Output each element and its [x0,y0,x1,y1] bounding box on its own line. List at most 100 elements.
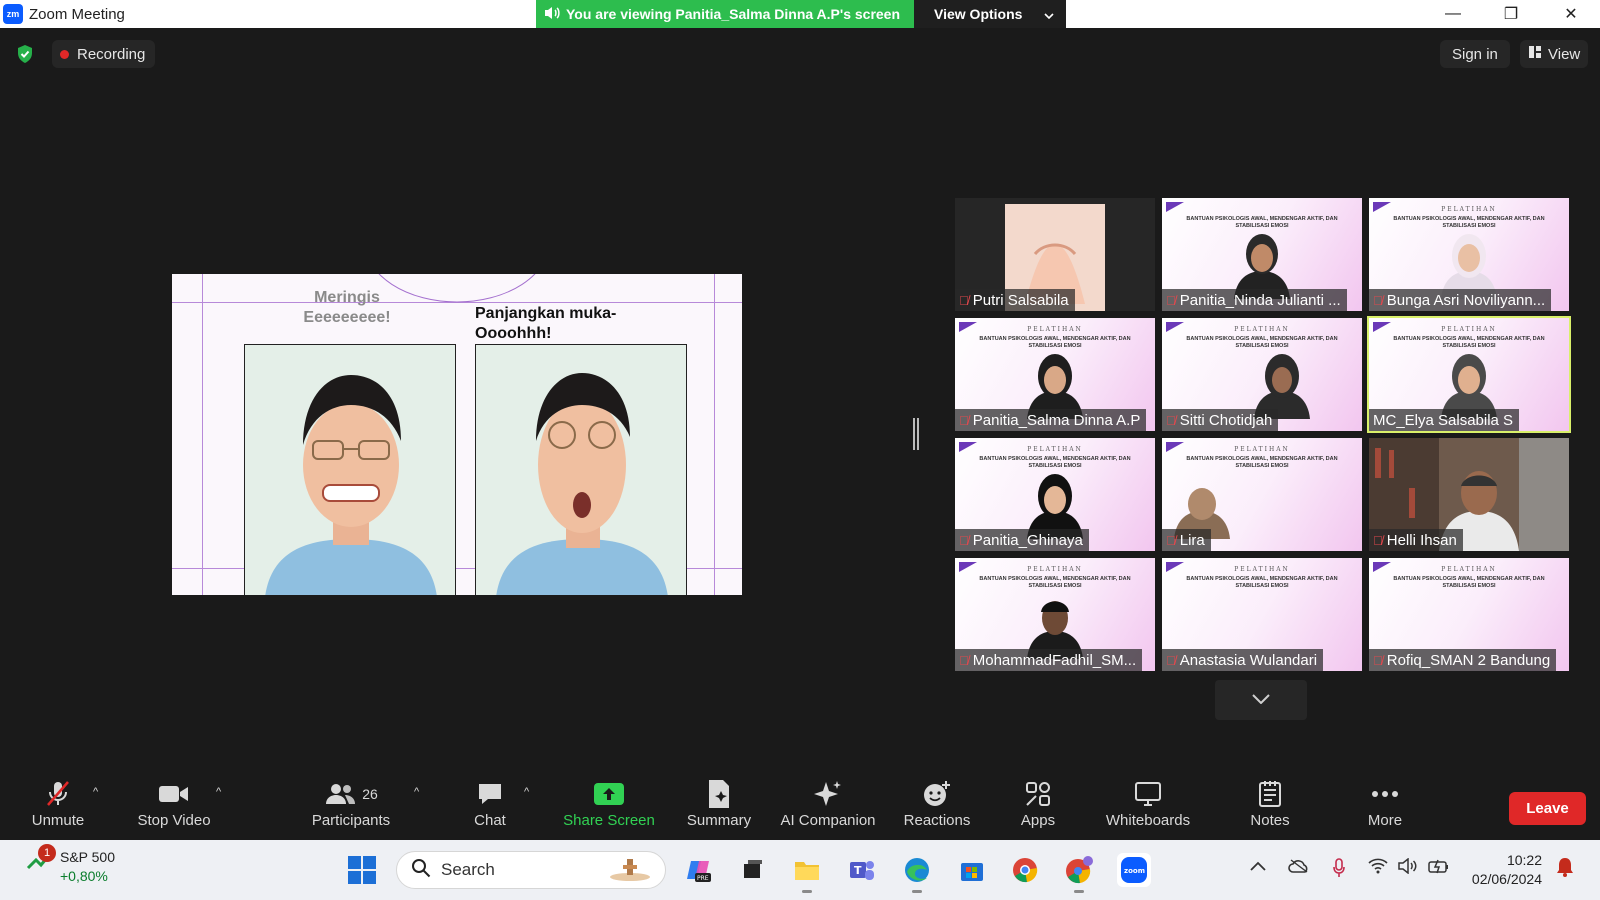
slide-title: PELATIHAN [1027,446,1083,453]
task-view-icon[interactable] [735,853,769,887]
windows-start-button[interactable] [348,856,376,884]
microphone-in-use-icon[interactable] [1333,858,1345,883]
participant-tile[interactable]: PELATIHAN BANTUAN PSIKOLOGIS AWAL, MENDE… [1369,198,1569,311]
video-camera-icon [158,778,190,810]
whiteboard-icon [1134,778,1162,810]
copilot-icon[interactable]: PRE [682,853,716,887]
search-placeholder: Search [441,860,495,879]
unmute-label: Unmute [31,812,85,829]
show-hidden-icons-chevron-icon[interactable] [1250,858,1266,876]
notes-label: Notes [1250,812,1290,829]
participant-tile[interactable]: PELATIHAN BANTUAN PSIKOLOGIS AWAL, MENDE… [955,318,1155,431]
stock-name: S&P 500 [60,849,116,865]
taskbar-search-box[interactable]: Search [396,851,666,889]
meeting-top-bar: Recording Sign in View [0,28,1600,80]
more-button[interactable]: More [1365,778,1405,829]
recording-label: Recording [77,45,146,63]
summary-button[interactable]: Summary [684,778,754,829]
notes-icon [1258,778,1282,810]
onedrive-cloud-icon[interactable] [1288,858,1310,879]
mic-muted-icon: 🎙̸ [1166,652,1176,668]
gallery-next-page-button[interactable] [1215,680,1307,720]
chevron-down-icon [1252,691,1270,709]
mic-muted-icon: 🎙̸ [1373,292,1383,308]
edge-browser-icon[interactable] [900,853,934,893]
participants-label: Participants [311,812,391,829]
unmute-button[interactable]: Unmute [28,778,88,829]
microsoft-store-icon[interactable] [955,853,989,887]
notes-button[interactable]: Notes [1247,778,1293,829]
wifi-icon[interactable] [1368,858,1388,879]
participant-tile[interactable]: PELATIHAN BANTUAN PSIKOLOGIS AWAL, MENDE… [1162,558,1362,671]
participant-name-tag: 🎙̸ Helli Ihsan [1369,529,1463,551]
apps-label: Apps [1020,812,1056,829]
participant-name: Rofiq_SMAN 2 Bandung [1386,651,1551,669]
participant-tile[interactable]: PELATIHAN BANTUAN PSIKOLOGIS AWAL, MENDE… [1162,318,1362,431]
participant-tile[interactable]: PELATIHAN BANTUAN PSIKOLOGIS AWAL, MENDE… [955,438,1155,551]
caption-left: Meringis Eeeeeeeee! [292,288,402,328]
mic-muted-icon: 🎙̸ [959,292,969,308]
mic-muted-icon: 🎙̸ [959,652,969,668]
minimize-button[interactable]: — [1424,0,1482,28]
chat-options-caret-icon[interactable]: ^ [524,786,529,798]
view-options-button[interactable]: View Options [914,0,1067,28]
system-clock[interactable]: 10:22 02/06/2024 [1466,851,1542,889]
smiley-plus-icon [922,778,952,810]
participant-person [1254,354,1310,419]
stop-video-label: Stop Video [137,812,211,829]
participant-name: Panitia_Salma Dinna A.P [972,411,1141,429]
participant-tile[interactable]: BANTUAN PSIKOLOGIS AWAL, MENDENGAR AKTIF… [1162,198,1362,311]
participant-tile[interactable]: 🎙̸ Helli Ihsan [1369,438,1569,551]
participant-tile[interactable]: PELATIHAN BANTUAN PSIKOLOGIS AWAL, MENDE… [955,558,1155,671]
share-screen-label: Share Screen [563,812,655,829]
share-screen-button[interactable]: Share Screen [562,778,656,829]
panel-resize-handle[interactable] [913,418,919,450]
recording-indicator[interactable]: Recording [52,40,156,68]
close-button[interactable]: ✕ [1542,0,1600,28]
slide-title: PELATIHAN [1441,326,1497,333]
participant-tile[interactable]: PELATIHAN BANTUAN PSIKOLOGIS AWAL, MENDE… [1369,558,1569,671]
ai-companion-button[interactable]: AI Companion [776,778,880,829]
participant-tile[interactable]: PELATIHAN BANTUAN PSIKOLOGIS AWAL, MENDE… [1162,438,1362,551]
chrome-profile-icon[interactable] [1062,853,1096,893]
shield-icon[interactable] [14,42,36,66]
chrome-icon[interactable] [1008,853,1042,887]
reactions-label: Reactions [903,812,971,829]
notification-bell-icon[interactable] [1556,856,1574,883]
file-explorer-icon[interactable] [790,853,824,893]
mic-muted-icon: 🎙̸ [1373,652,1383,668]
view-button[interactable]: View [1520,40,1589,68]
restore-button[interactable]: ❐ [1482,0,1540,28]
leave-button[interactable]: Leave [1509,792,1586,825]
slide-title: PELATIHAN [1441,566,1497,573]
zoom-app-icon[interactable]: zoom [1117,853,1151,887]
participant-name-tag: 🎙̸ Sitti Chotidjah [1162,409,1279,431]
sign-in-button[interactable]: Sign in [1440,40,1510,68]
reactions-button[interactable]: Reactions [902,778,972,829]
audio-options-caret-icon[interactable]: ^ [93,786,98,798]
participant-name-tag: 🎙̸ Anastasia Wulandari [1162,649,1324,671]
teams-icon[interactable]: T [845,853,879,887]
chat-button[interactable]: Chat [470,778,510,829]
participant-tile[interactable]: 🎙̸ Putri Salsabila [955,198,1155,311]
participant-person [1027,474,1083,539]
volume-icon[interactable] [1398,857,1418,879]
battery-charging-icon[interactable] [1428,858,1450,879]
whiteboards-button[interactable]: Whiteboards [1102,778,1194,829]
participants-button[interactable]: 26 Participants [310,778,392,829]
mic-muted-icon: 🎙̸ [1166,412,1176,428]
participants-options-caret-icon[interactable]: ^ [414,786,419,798]
sparkle-icon [813,778,843,810]
record-dot-icon [60,49,69,59]
slide-title: PELATIHAN [1234,566,1290,573]
participant-name-tag: 🎙̸ Panitia_Ninda Julianti ... [1162,289,1347,311]
stop-video-button[interactable]: Stop Video [134,778,214,829]
apps-button[interactable]: Apps [1018,778,1058,829]
caption-left-line1: Meringis [314,289,380,306]
video-options-caret-icon[interactable]: ^ [216,786,221,798]
participant-name: Lira [1179,531,1205,549]
participant-tile-active-speaker[interactable]: PELATIHAN BANTUAN PSIKOLOGIS AWAL, MENDE… [1367,316,1571,433]
participant-name: Bunga Asri Noviliyann... [1386,291,1546,309]
chevron-down-icon [1044,6,1055,22]
grid-view-icon [1528,45,1542,63]
